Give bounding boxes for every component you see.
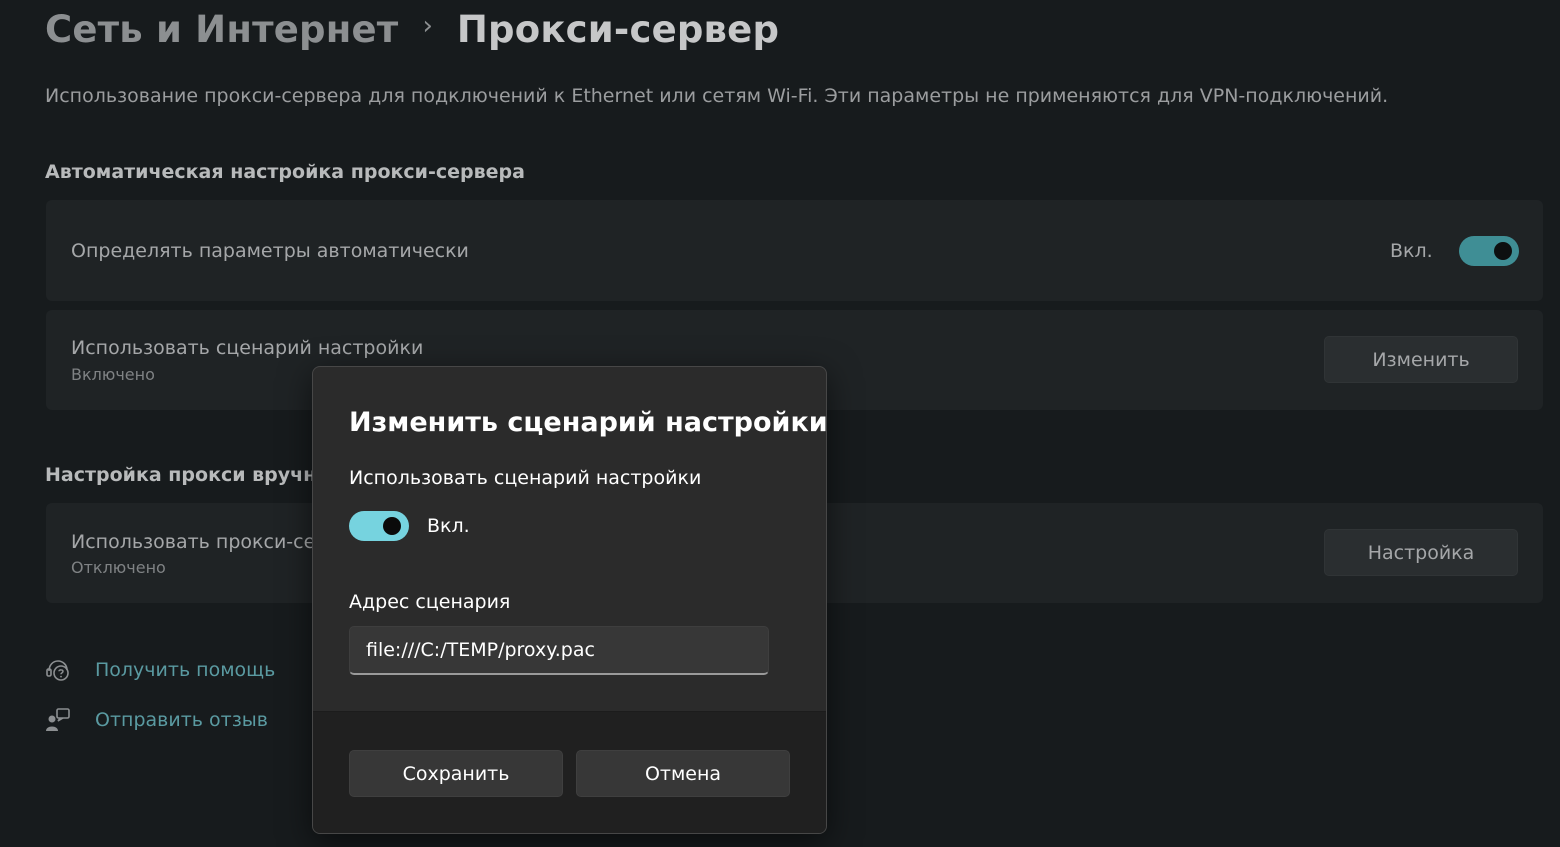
auto-detect-card: Определять параметры автоматически Вкл. — [46, 200, 1543, 301]
manual-section-title: Настройка прокси вручную — [45, 464, 348, 486]
setup-script-status: Включено — [71, 365, 155, 384]
get-help-link[interactable]: Получить помощь — [45, 655, 275, 685]
auto-detect-state: Вкл. — [1390, 240, 1433, 262]
manual-proxy-status: Отключено — [71, 558, 166, 577]
send-feedback-link[interactable]: Отправить отзыв — [45, 705, 268, 735]
script-address-label: Адрес сценария — [349, 591, 511, 613]
breadcrumb: Сеть и Интернет › Прокси-сервер — [45, 4, 779, 54]
dialog-toggle-label: Использовать сценарий настройки — [349, 467, 702, 489]
auto-detect-toggle[interactable] — [1459, 236, 1519, 266]
auto-detect-label: Определять параметры автоматически — [71, 240, 469, 262]
script-address-input[interactable] — [349, 626, 769, 675]
save-button[interactable]: Сохранить — [349, 750, 563, 797]
page-title: Прокси-сервер — [456, 7, 780, 51]
use-script-toggle-state: Вкл. — [427, 515, 470, 537]
dialog-title: Изменить сценарий настройки — [349, 407, 827, 438]
edit-script-button[interactable]: Изменить — [1324, 336, 1518, 383]
settings-page: Сеть и Интернет › Прокси-сервер Использо… — [0, 0, 1560, 847]
use-script-toggle[interactable] — [349, 511, 409, 541]
dialog-footer: Сохранить Отмена — [313, 711, 826, 833]
chevron-right-icon: › — [422, 11, 433, 41]
toggle-knob — [1494, 242, 1512, 260]
toggle-knob — [383, 517, 401, 535]
cancel-button[interactable]: Отмена — [576, 750, 790, 797]
send-feedback-label: Отправить отзыв — [95, 709, 268, 731]
auto-section-title: Автоматическая настройка прокси-сервера — [45, 161, 525, 183]
manual-setup-button[interactable]: Настройка — [1324, 529, 1518, 576]
breadcrumb-parent-link[interactable]: Сеть и Интернет — [45, 8, 398, 51]
help-chat-icon — [46, 660, 69, 681]
page-description: Использование прокси-сервера для подключ… — [45, 85, 1389, 107]
feedback-icon — [46, 708, 70, 731]
setup-script-label: Использовать сценарий настройки — [71, 337, 424, 359]
edit-setup-script-dialog: Изменить сценарий настройки Использовать… — [312, 366, 827, 834]
get-help-label: Получить помощь — [95, 659, 276, 681]
